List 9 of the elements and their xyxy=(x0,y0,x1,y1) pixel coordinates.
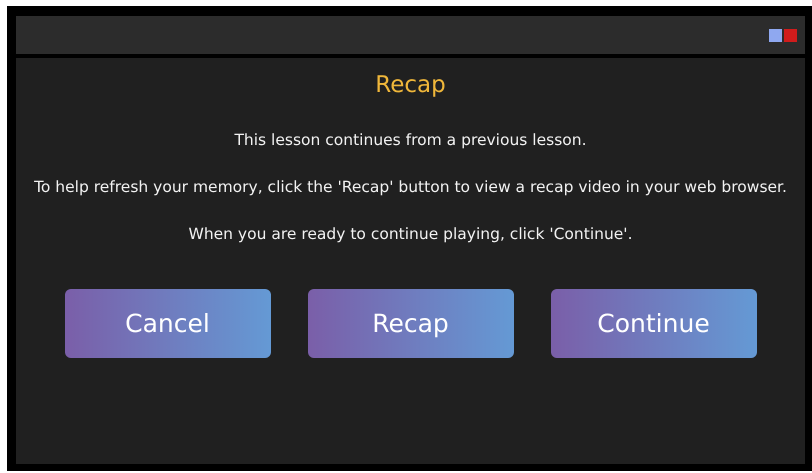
message-text: To help refresh your memory, click the 'Recap' button to view a recap video in your web browser. xyxy=(33,177,788,198)
message-text: This lesson continues from a previous lesson. xyxy=(233,130,588,151)
continue-button[interactable]: Continue xyxy=(550,289,756,358)
recap-button[interactable]: Recap xyxy=(308,289,514,358)
square-icon[interactable] xyxy=(769,28,782,42)
message-text: When you are ready to continue playing, click 'Continue'. xyxy=(188,224,634,245)
cancel-button[interactable]: Cancel xyxy=(64,289,270,358)
square-icon[interactable] xyxy=(784,28,797,42)
dialog-title: Recap xyxy=(375,72,446,98)
